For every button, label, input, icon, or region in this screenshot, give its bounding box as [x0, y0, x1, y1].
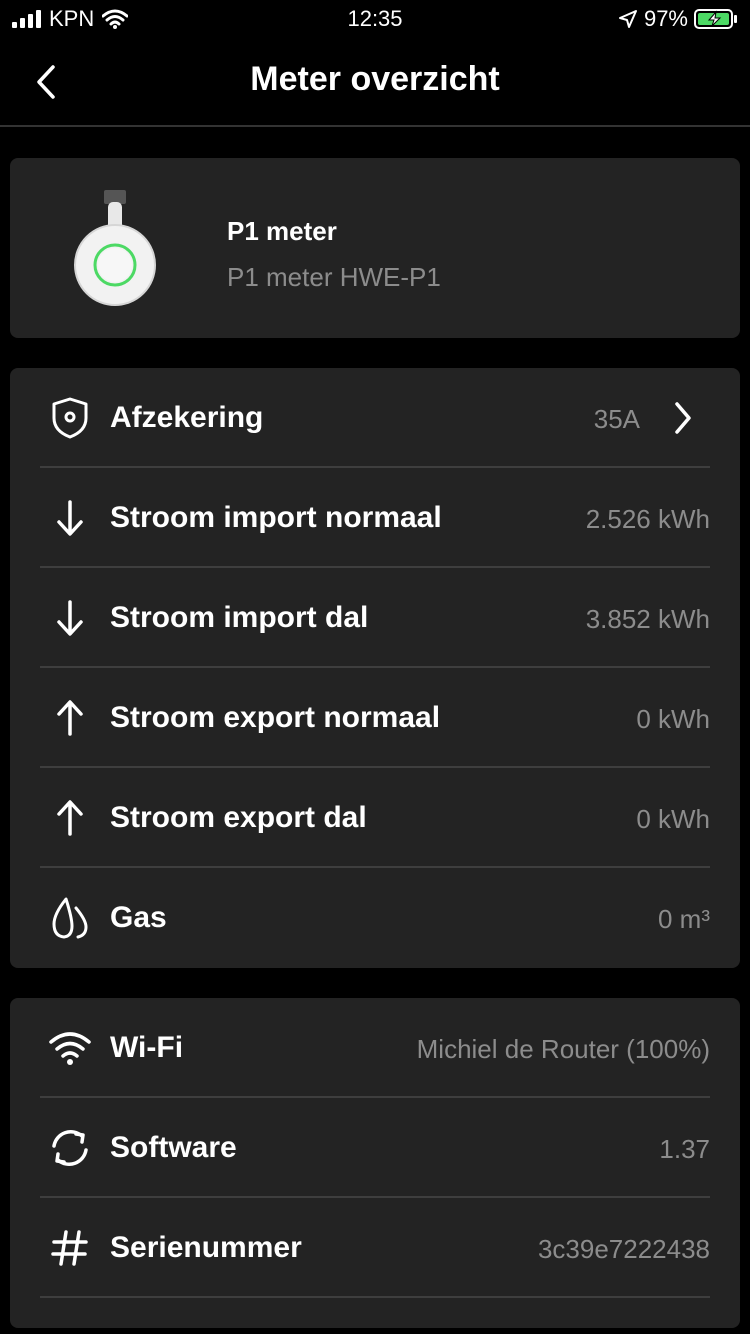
shield-icon: [48, 396, 92, 440]
row-label: Software: [110, 1131, 237, 1164]
row-label: Afzekering: [110, 401, 264, 434]
device-model: P1 meter HWE-P1: [227, 262, 441, 292]
row-value: 0 kWh: [636, 804, 710, 834]
status-bar: KPN 12:35 97%: [0, 0, 750, 40]
row-label: Serienummer: [110, 1231, 302, 1264]
row-serienummer: Serienummer 3c39e7222438: [40, 1198, 710, 1298]
divider: [40, 1296, 710, 1298]
battery-charging-icon: [694, 9, 737, 29]
row-value: 0 kWh: [636, 704, 710, 734]
row-value: 0 m³: [658, 904, 710, 934]
battery-percentage: 97%: [643, 6, 688, 31]
row-value: Michiel de Router (100%): [416, 1034, 710, 1064]
device-name: P1 meter: [227, 216, 337, 246]
row-label: Stroom export dal: [110, 801, 367, 834]
row-stroom-import-normaal: Stroom import normaal 2.526 kWh: [40, 468, 710, 568]
row-stroom-export-normaal: Stroom export normaal 0 kWh: [40, 668, 710, 768]
flame-icon: [48, 896, 92, 940]
arrow-down-icon: [48, 596, 92, 640]
status-right: 97%: [618, 6, 738, 32]
row-wifi: Wi-Fi Michiel de Router (100%): [40, 998, 710, 1098]
row-label: Wi-Fi: [110, 1031, 184, 1064]
row-value: 35A: [593, 404, 640, 434]
chevron-right-icon: [668, 398, 698, 438]
p1-meter-device-icon: [74, 190, 156, 306]
location-arrow-icon: [618, 10, 637, 28]
device-card: P1 meter P1 meter HWE-P1: [10, 158, 740, 338]
row-label: Stroom import normaal: [110, 501, 442, 534]
row-afzekering[interactable]: Afzekering 35A: [40, 368, 710, 468]
page-title: Meter overzicht: [250, 60, 500, 98]
row-gas: Gas 0 m³: [40, 868, 710, 968]
row-value: 1.37: [659, 1134, 710, 1164]
arrow-down-icon: [48, 496, 92, 540]
meter-readings-card: Afzekering 35A Stroom import normaal 2.5…: [10, 368, 740, 968]
row-label: Gas: [110, 901, 167, 934]
row-value: 3.852 kWh: [585, 604, 710, 634]
row-value: 3c39e7222438: [537, 1234, 710, 1264]
row-label: Stroom import dal: [110, 601, 369, 634]
row-label: Stroom export normaal: [110, 701, 441, 734]
row-stroom-import-dal: Stroom import dal 3.852 kWh: [40, 568, 710, 668]
arrow-up-icon: [48, 796, 92, 840]
hash-icon: [48, 1226, 92, 1270]
navigation-bar: Meter overzicht: [0, 40, 750, 127]
refresh-icon: [48, 1126, 92, 1170]
row-software: Software 1.37: [40, 1098, 710, 1198]
wifi-icon: [48, 1026, 92, 1070]
device-info-card: Wi-Fi Michiel de Router (100%) Software …: [10, 998, 740, 1328]
row-stroom-export-dal: Stroom export dal 0 kWh: [40, 768, 710, 868]
row-value: 2.526 kWh: [585, 504, 710, 534]
arrow-up-icon: [48, 696, 92, 740]
